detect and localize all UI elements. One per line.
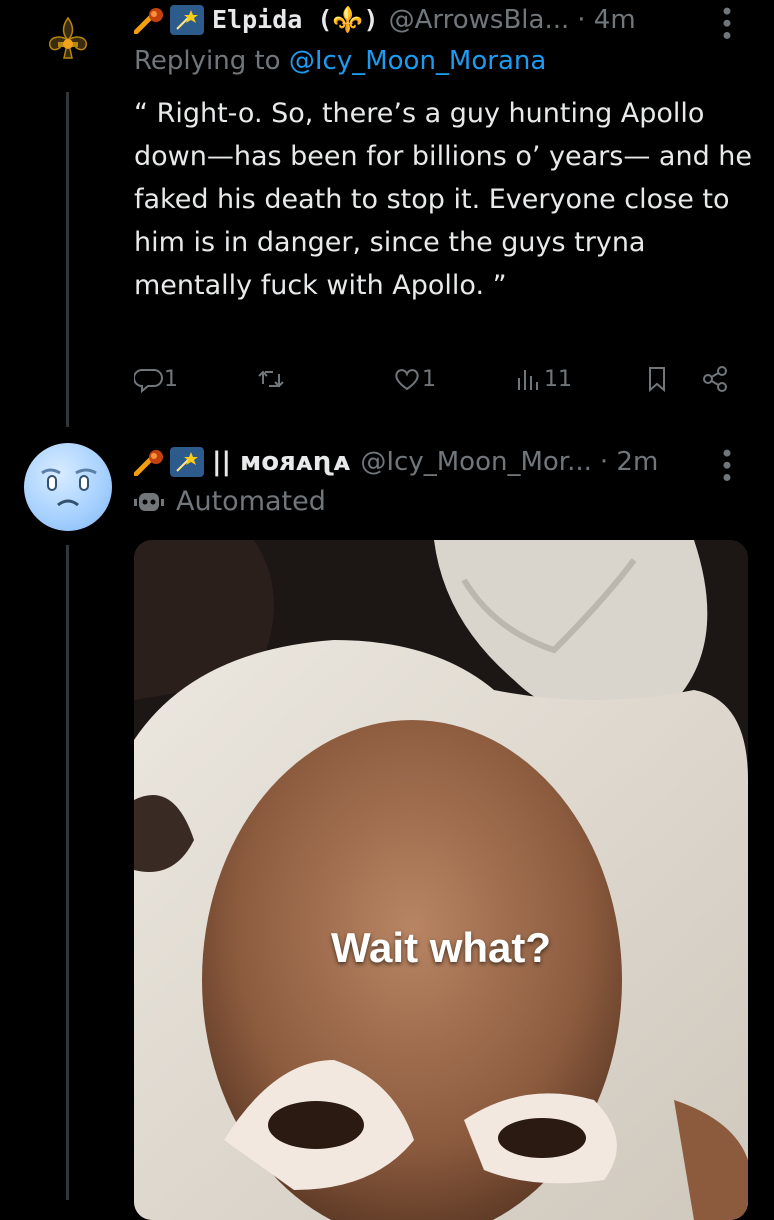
reply-count: 1 xyxy=(164,366,178,392)
shooting-star-emoji xyxy=(170,5,204,35)
bookmark-button[interactable] xyxy=(642,364,672,394)
automated-label: Automated xyxy=(134,486,326,517)
baby-photo xyxy=(134,540,748,1220)
tweet-media[interactable]: Wait what? xyxy=(134,540,748,1220)
views-button[interactable]: 11 xyxy=(514,364,572,394)
reply-icon xyxy=(134,369,163,394)
thread-line xyxy=(66,92,69,427)
tweet-actions: 1 1 11 xyxy=(134,364,734,404)
automated-text: Automated xyxy=(176,486,326,517)
tweet-header: || ᴍᴏᴙᴀɳᴀ @Icy_Moon_Mor... · 2m xyxy=(134,442,658,482)
like-button[interactable]: 1 xyxy=(392,364,436,394)
views-count: 11 xyxy=(544,366,572,392)
name-emoji-badges xyxy=(134,5,204,35)
share-button[interactable] xyxy=(700,364,730,394)
retweet-button[interactable] xyxy=(256,364,286,394)
meteor-emoji xyxy=(134,8,163,34)
tweet-header: Elpida (⚜️) @ArrowsBla... · 4m xyxy=(134,0,636,40)
display-name[interactable]: || ᴍᴏᴙᴀɳᴀ xyxy=(212,447,350,477)
more-icon[interactable]: ••• xyxy=(712,446,740,482)
replying-prefix: Replying to xyxy=(134,46,289,76)
media-caption: Wait what? xyxy=(330,924,552,971)
replying-mention[interactable]: @Icy_Moon_Morana xyxy=(289,46,546,76)
timestamp[interactable]: · 2m xyxy=(600,447,658,477)
meteor-emoji xyxy=(134,450,163,476)
user-avatar[interactable] xyxy=(24,443,112,531)
retweet-icon xyxy=(258,370,284,388)
fleur-de-lis-avatar[interactable] xyxy=(40,12,96,68)
share-icon xyxy=(703,366,727,392)
shooting-star-emoji xyxy=(170,447,204,477)
views-icon xyxy=(518,370,538,390)
moon-face-icon xyxy=(41,468,97,507)
tweet-text: “ Right-o. So, there’s a guy hunting Apo… xyxy=(134,98,753,301)
name-emoji-badges xyxy=(134,447,204,477)
like-icon xyxy=(395,369,419,391)
bookmark-icon xyxy=(649,367,665,393)
user-handle[interactable]: @ArrowsBla... xyxy=(389,5,570,35)
like-count: 1 xyxy=(422,366,436,392)
more-icon[interactable]: ••• xyxy=(712,4,740,40)
display-name[interactable]: Elpida (⚜️) xyxy=(212,5,379,35)
robot-icon xyxy=(134,492,164,511)
replying-to: Replying to @Icy_Moon_Morana xyxy=(134,46,546,76)
timestamp[interactable]: · 4m xyxy=(577,5,635,35)
user-handle[interactable]: @Icy_Moon_Mor... xyxy=(360,447,592,477)
reply-button[interactable]: 1 xyxy=(134,364,178,394)
thread-line xyxy=(66,545,69,1200)
